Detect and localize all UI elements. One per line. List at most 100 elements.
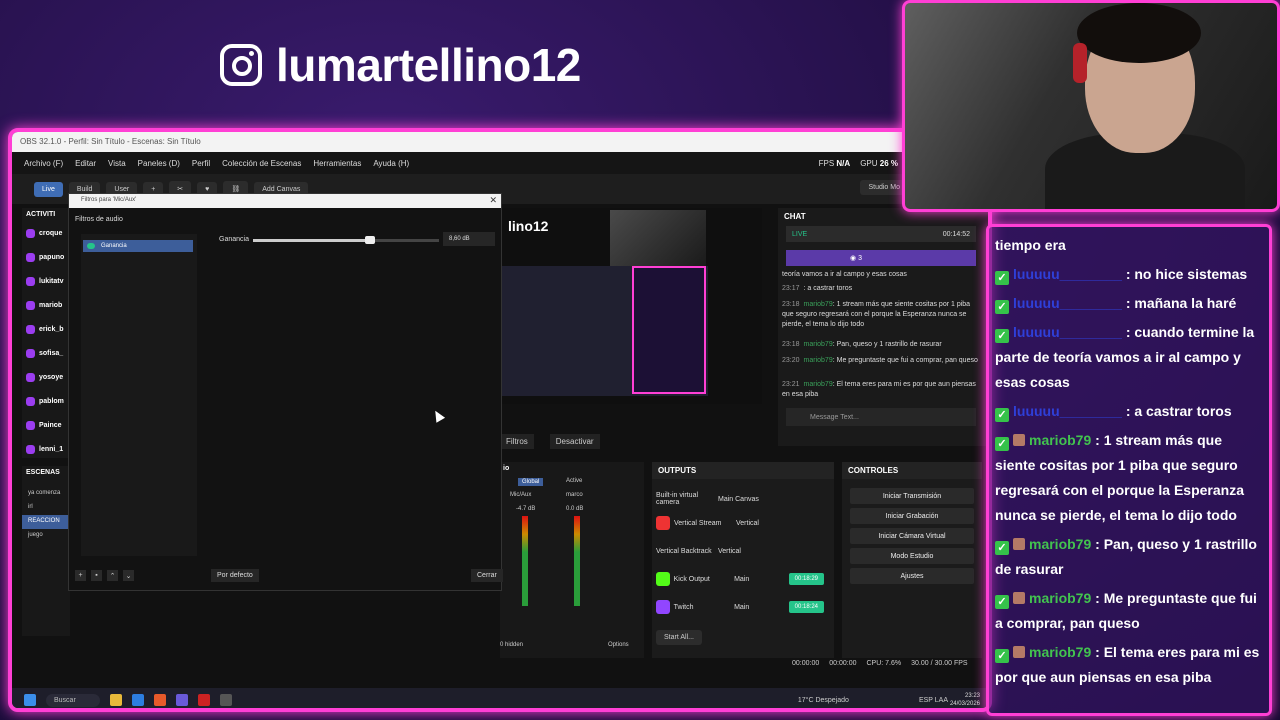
preview-canvas[interactable]: lino12 <box>500 208 762 404</box>
studio-mode-toggle[interactable]: Modo Estudio <box>850 548 974 564</box>
overlay-user: luuuuu________ <box>1013 266 1122 282</box>
activity-item[interactable]: lukitatv <box>22 269 70 293</box>
brave-icon[interactable] <box>153 694 166 706</box>
defaults-button[interactable]: Por defecto <box>211 569 259 582</box>
overlay-message-text: tiempo era <box>995 237 1066 253</box>
output-row[interactable]: Built-in virtual camera Main Canvas <box>656 488 824 510</box>
chat-message-input[interactable]: Message Text... <box>786 408 976 426</box>
global-tab[interactable]: Global <box>518 478 544 486</box>
discord-icon[interactable] <box>175 694 188 706</box>
twitch-icon <box>26 396 35 406</box>
dock-message-user[interactable]: mariob79 <box>804 341 833 348</box>
scenes-panel: ESCENAS ya comenza irl REACCION juego <box>22 466 70 636</box>
start-recording-button[interactable]: Iniciar Grabación <box>850 508 974 524</box>
instagram-icon <box>220 44 262 86</box>
dialog-title: Filtros para 'Mic/Aux' <box>69 194 501 208</box>
file-explorer-icon[interactable] <box>109 694 122 706</box>
move-down-icon[interactable]: ⌄ <box>123 570 134 581</box>
output-name: Twitch <box>673 603 694 611</box>
windows-taskbar: Buscar 17°C Despejado ESP LAA 23:23 24/0… <box>12 688 988 708</box>
dock-message-user[interactable]: mariob79 <box>804 357 833 364</box>
activity-item[interactable]: mariob <box>22 293 70 317</box>
activity-item[interactable]: erick_b <box>22 317 70 341</box>
filters-button[interactable]: Filtros <box>500 434 534 449</box>
menu-editar[interactable]: Editar <box>75 159 96 168</box>
output-row[interactable]: Vertical Backtrack Vertical <box>656 540 824 562</box>
obs-stats: FPS N/A GPU 26 % <box>819 152 898 174</box>
activity-item[interactable]: papuno <box>22 245 70 269</box>
active-tab[interactable]: Active <box>566 478 582 484</box>
dock-message-user[interactable]: mariob79 <box>804 381 833 388</box>
windows-start-icon[interactable] <box>24 694 36 706</box>
output-row[interactable]: Kick Output Main 00:18:29 <box>656 568 824 590</box>
mixer-channel-2[interactable]: marco <box>566 492 583 498</box>
twitch-icon <box>26 228 35 238</box>
move-up-icon[interactable]: ⌃ <box>107 570 118 581</box>
filter-actions: + ▪ ⌃ ⌄ <box>75 570 134 581</box>
menu-paneles[interactable]: Paneles (D) <box>138 159 180 168</box>
filters-dialog: Filtros para 'Mic/Aux' ✕ Filtros de audi… <box>68 193 503 591</box>
start-all-button[interactable]: Start All... <box>656 629 702 645</box>
options-button[interactable]: Options <box>608 642 629 648</box>
dock-message-user[interactable]: mariob79 <box>804 301 833 308</box>
close-button[interactable]: Cerrar <box>471 569 503 582</box>
gain-slider-handle[interactable] <box>365 236 376 244</box>
output-row[interactable]: Vertical Stream Vertical <box>656 512 824 534</box>
dock-message-text: : Me preguntaste que fui a comprar, pan … <box>832 357 978 364</box>
activity-item[interactable]: sofisa_ <box>22 341 70 365</box>
deactivate-button[interactable]: Desactivar <box>549 434 600 449</box>
start-streaming-button[interactable]: Iniciar Transmisión <box>850 488 974 504</box>
scene-item[interactable]: irl <box>22 501 70 515</box>
language[interactable]: ESP LAA <box>919 697 948 704</box>
overlay-message: ✓ luuuuu________ : a castrar toros <box>995 399 1263 424</box>
output-row[interactable]: Twitch Main 00:18:24 <box>656 596 824 618</box>
dock-message: teoría vamos a ir al campo y esas cosas <box>782 270 978 280</box>
add-filter-icon[interactable]: + <box>75 570 86 581</box>
gain-value-input[interactable]: 8,60 dB <box>443 232 495 246</box>
menu-coleccion[interactable]: Colección de Escenas <box>222 159 301 168</box>
youtube-icon <box>656 516 670 530</box>
dock-message-time: 23:18 <box>782 341 800 348</box>
output-timer[interactable]: 00:18:29 <box>788 573 824 585</box>
live-label: LIVE <box>792 230 808 238</box>
output-timer[interactable]: 00:18:24 <box>788 601 824 613</box>
trash-icon[interactable]: ▪ <box>91 570 102 581</box>
menu-ayuda[interactable]: Ayuda (H) <box>373 159 409 168</box>
dock-message-time: 23:18 <box>782 301 800 308</box>
menu-vista[interactable]: Vista <box>108 159 126 168</box>
twitch-icon <box>26 324 35 334</box>
scene-item[interactable]: juego <box>22 529 70 543</box>
activity-item[interactable]: Paince <box>22 413 70 437</box>
twitch-icon <box>26 252 35 262</box>
obs-icon[interactable] <box>219 694 232 706</box>
studio-mode-button[interactable]: Studio Mo <box>860 180 908 195</box>
overlay-message: ✓ luuuuu________ : cuando termine la part… <box>995 320 1263 395</box>
mixer-channel-1[interactable]: Mic/Aux <box>510 492 531 498</box>
weather[interactable]: 17°C Despejado <box>798 697 849 704</box>
scene-item-selected[interactable]: REACCION <box>22 515 70 529</box>
twitch-icon <box>26 348 35 358</box>
menu-archivo[interactable]: Archivo (F) <box>24 159 63 168</box>
store-icon[interactable] <box>131 694 144 706</box>
activity-item[interactable]: pablom <box>22 389 70 413</box>
scene-item[interactable]: ya comenza <box>22 487 70 501</box>
menu-herramientas[interactable]: Herramientas <box>313 159 361 168</box>
start-virtual-camera-button[interactable]: Iniciar Cámara Virtual <box>850 528 974 544</box>
live-button[interactable]: Live <box>34 181 63 197</box>
menu-perfil[interactable]: Perfil <box>192 159 210 168</box>
dock-message: 23:18 mariob79: Pan, queso y 1 rastrillo … <box>782 340 978 350</box>
activity-item[interactable]: lenni_1 <box>22 437 70 461</box>
taskbar-search[interactable]: Buscar <box>46 693 100 707</box>
gain-slider[interactable] <box>253 236 439 244</box>
close-icon[interactable]: ✕ <box>489 195 497 206</box>
activity-item[interactable]: croque <box>22 221 70 245</box>
chat-overlay: tiempo era ✓ luuuuu________ : no hice sis… <box>986 224 1272 716</box>
filter-item-gain[interactable]: Ganancia <box>83 240 193 252</box>
activity-item[interactable]: yosoye <box>22 365 70 389</box>
avatar-badge-icon <box>1013 646 1025 658</box>
app-icon[interactable] <box>197 694 210 706</box>
output-canvas: Main <box>734 603 750 611</box>
activity-user: Paince <box>39 421 62 429</box>
clock[interactable]: 23:23 24/03/2026 <box>950 692 980 708</box>
settings-button[interactable]: Ajustes <box>850 568 974 584</box>
